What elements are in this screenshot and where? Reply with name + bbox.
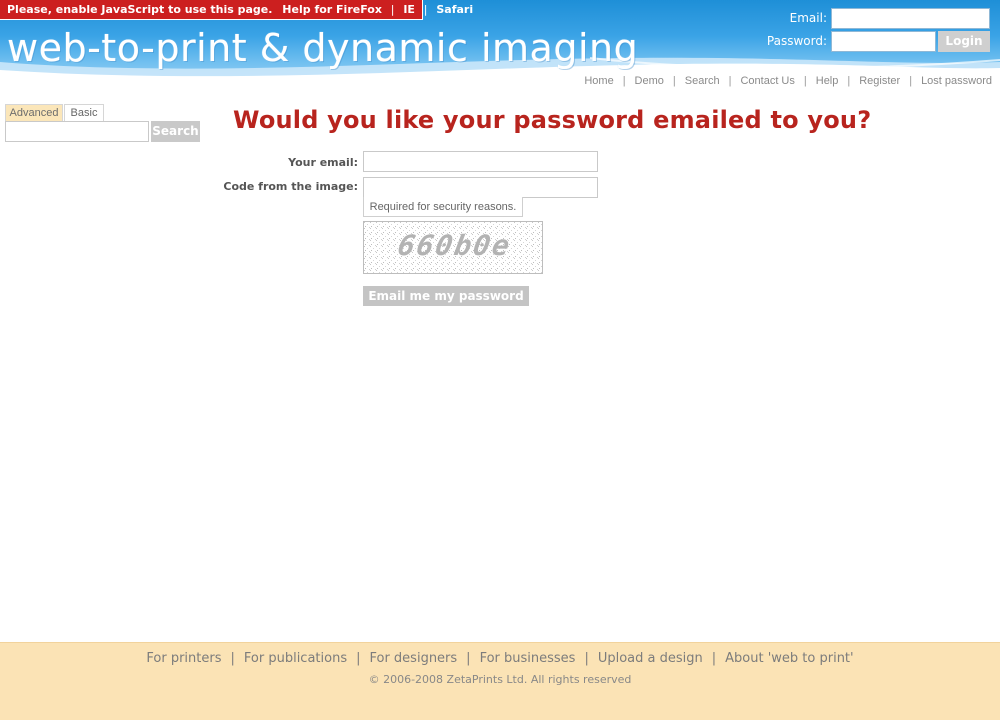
top-navigation: Home | Demo | Search | Contact Us | Help | Registe… xyxy=(584,75,992,87)
help-ie-link[interactable]: IE xyxy=(403,3,415,16)
nav-separator: | xyxy=(803,75,807,87)
banner-separator: | xyxy=(390,3,395,16)
help-firefox-link[interactable]: Help for FireFox xyxy=(282,3,382,16)
captcha-code-label: Code from the image: xyxy=(223,180,358,193)
nav-separator: | xyxy=(622,75,626,87)
nav-contact-link[interactable]: Contact Us xyxy=(740,75,794,87)
footer-link-printers[interactable]: For printers xyxy=(146,651,221,666)
nav-lost-password-link[interactable]: Lost password xyxy=(921,75,992,87)
banner-separator: | xyxy=(423,3,428,16)
footer-separator: | xyxy=(466,651,471,666)
site-title-logo[interactable]: web-to-print & dynamic imaging xyxy=(7,26,638,70)
nav-separator: | xyxy=(728,75,732,87)
login-button[interactable]: Login xyxy=(938,31,990,52)
footer-separator: | xyxy=(584,651,589,666)
login-password-label: Password: xyxy=(766,34,827,48)
footer-link-businesses[interactable]: For businesses xyxy=(480,651,576,666)
login-email-input[interactable] xyxy=(831,8,990,29)
nav-demo-link[interactable]: Demo xyxy=(635,75,664,87)
nav-separator: | xyxy=(672,75,676,87)
tab-advanced-search[interactable]: Advanced xyxy=(5,104,63,122)
tab-basic-search[interactable]: Basic xyxy=(64,104,104,122)
search-button[interactable]: Search xyxy=(151,121,200,142)
captcha-text: 660b0e xyxy=(395,229,515,262)
footer-separator: | xyxy=(356,651,361,666)
footer-link-about[interactable]: About 'web to print' xyxy=(725,651,853,666)
site-header: Please, enable JavaScript to use this pa… xyxy=(0,0,1000,90)
copyright-text: © 2006-2008 ZetaPrints Ltd. All rights r… xyxy=(368,673,632,686)
footer-link-publications[interactable]: For publications xyxy=(244,651,347,666)
nav-search-link[interactable]: Search xyxy=(685,75,720,87)
nav-separator: | xyxy=(909,75,913,87)
captcha-hint: Required for security reasons. xyxy=(363,197,523,217)
help-safari-link[interactable]: Safari xyxy=(436,3,473,16)
captcha-code-field[interactable] xyxy=(363,177,598,198)
nav-home-link[interactable]: Home xyxy=(584,75,613,87)
footer-separator: | xyxy=(230,651,235,666)
email-password-button[interactable]: Email me my password xyxy=(363,286,529,306)
search-input[interactable] xyxy=(5,121,149,142)
footer-link-upload-design[interactable]: Upload a design xyxy=(598,651,703,666)
page-title: Would you like your password emailed to … xyxy=(233,106,872,134)
footer-links: For printers | For publications | For design… xyxy=(0,651,1000,666)
javascript-warning-text: Please, enable JavaScript to use this pa… xyxy=(7,3,273,16)
javascript-warning-banner: Please, enable JavaScript to use this pa… xyxy=(0,0,473,20)
captcha-image: 660b0e xyxy=(363,221,543,274)
nav-help-link[interactable]: Help xyxy=(816,75,839,87)
login-email-label: Email: xyxy=(789,11,827,25)
email-field[interactable] xyxy=(363,151,598,172)
site-footer: For printers | For publications | For design… xyxy=(0,642,1000,720)
nav-separator: | xyxy=(847,75,851,87)
email-label: Your email: xyxy=(288,156,358,169)
nav-register-link[interactable]: Register xyxy=(859,75,900,87)
login-password-input[interactable] xyxy=(831,31,936,52)
footer-separator: | xyxy=(711,651,717,666)
footer-link-designers[interactable]: For designers xyxy=(369,651,457,666)
